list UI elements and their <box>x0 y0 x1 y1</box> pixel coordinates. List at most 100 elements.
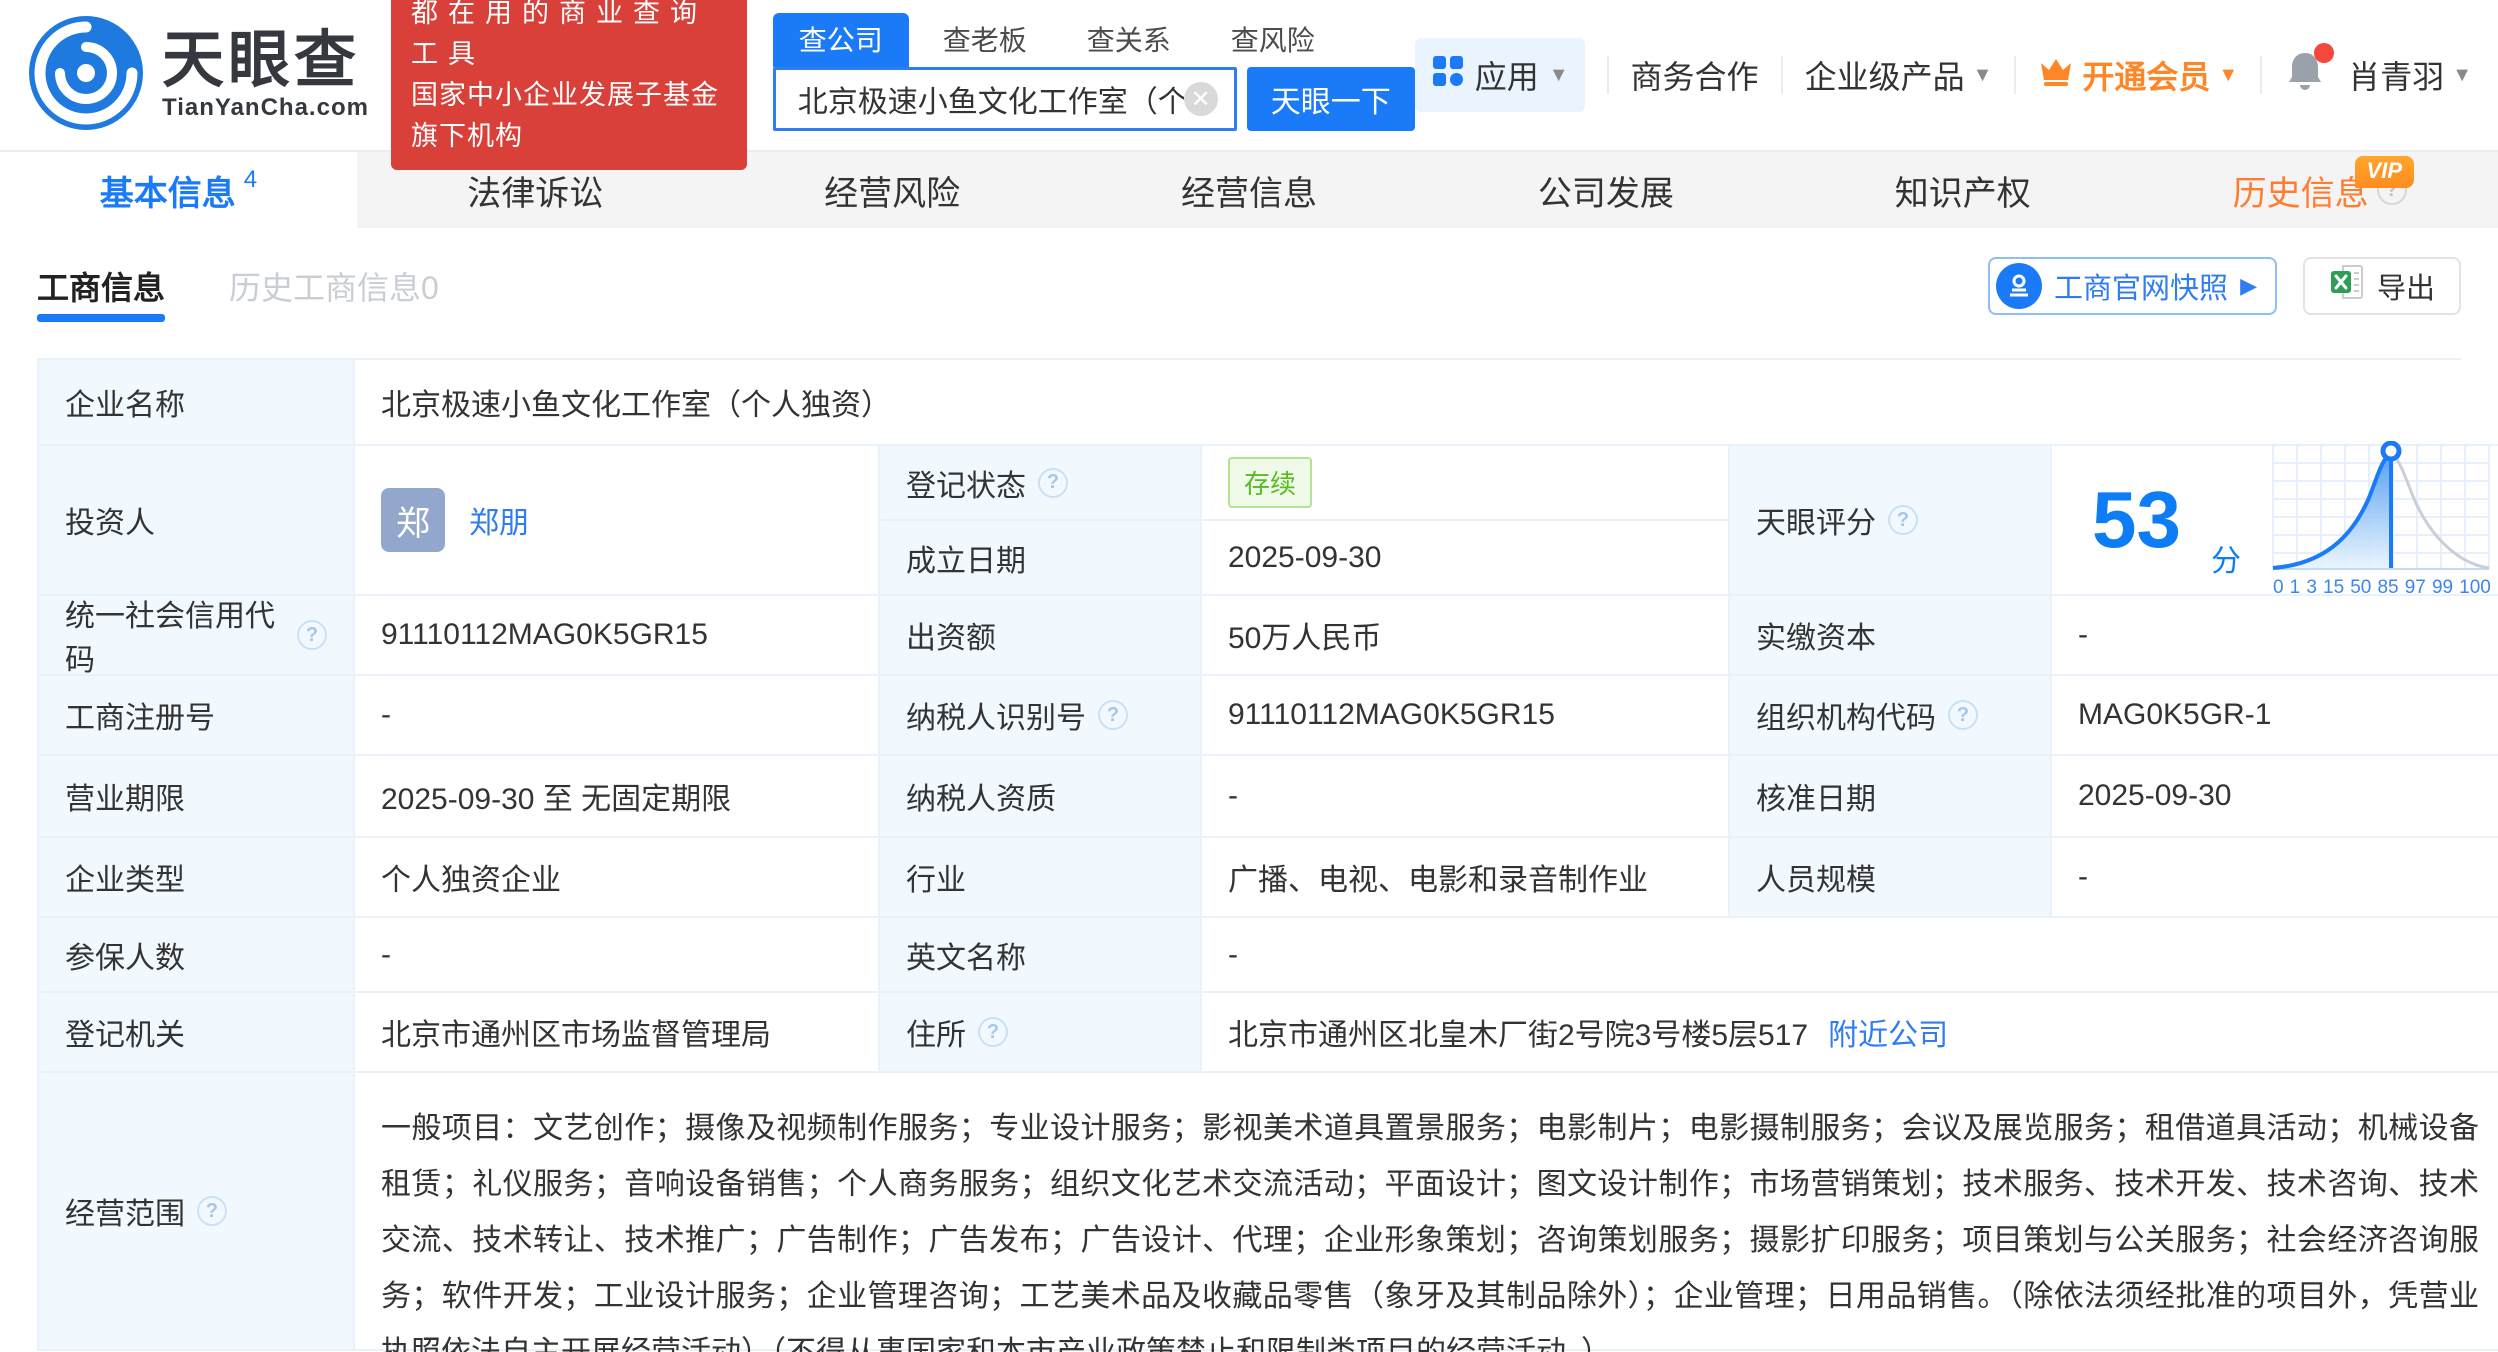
field-est-date-value: 2025-09-30 <box>1202 521 1730 596</box>
field-term-value: 2025-09-30 至 无固定期限 <box>355 756 880 838</box>
arrow-right-icon: ▶ <box>2240 273 2257 299</box>
field-paid-capital-value: - <box>2052 596 2498 676</box>
field-credit-code-value: 91110112MAG0K5GR15 <box>355 596 880 676</box>
field-insured-label: 参保人数 <box>39 918 355 993</box>
chevron-down-icon: ▼ <box>1549 64 1569 87</box>
export-button[interactable]: 导出 <box>2303 257 2461 315</box>
tab-operation-risk[interactable]: 经营风险 <box>714 152 1071 228</box>
investor-name-link[interactable]: 郑朋 <box>469 498 529 542</box>
help-icon[interactable]: ? <box>978 1017 1008 1047</box>
help-icon[interactable]: ? <box>1948 700 1978 730</box>
subtab-history-business-info[interactable]: 历史工商信息0 <box>229 228 439 344</box>
search-input[interactable] <box>798 82 1184 116</box>
field-capital-label: 出资额 <box>880 596 1202 676</box>
investor-avatar[interactable]: 郑 <box>381 488 445 552</box>
divider <box>2014 56 2016 94</box>
field-taxpayer-quality-value: - <box>1202 756 1730 838</box>
stamp-icon <box>1996 263 2042 309</box>
user-menu[interactable]: 肖青羽 ▼ <box>2348 52 2472 98</box>
field-industry-value: 广播、电视、电影和录音制作业 <box>1202 838 1730 918</box>
apps-grid-icon <box>1431 54 1465 96</box>
field-term-label: 营业期限 <box>39 756 355 838</box>
help-icon[interactable]: ? <box>1038 468 1068 498</box>
nav-open-vip[interactable]: 开通会员 ▼ <box>2038 52 2238 98</box>
field-staff-size-label: 人员规模 <box>1730 838 2052 918</box>
field-reg-number-value: - <box>355 676 880 756</box>
apps-menu[interactable]: 应用 ▼ <box>1415 38 1585 112</box>
chevron-down-icon: ▼ <box>2452 64 2472 87</box>
score-chart: 01 315 5085 9799 100 <box>2271 441 2493 599</box>
score-unit: 分 <box>2211 536 2241 580</box>
header-nav: 应用 ▼ 商务合作 企业级产品 ▼ 开通会员 ▼ <box>1415 38 2472 112</box>
field-authority-value: 北京市通州区市场监督管理局 <box>355 993 880 1073</box>
field-est-date-label: 成立日期 <box>880 521 1202 596</box>
field-credit-code-label: 统一社会信用代码? <box>39 596 355 676</box>
apps-label: 应用 <box>1475 52 1539 98</box>
field-english-name-value: - <box>1202 918 2498 993</box>
logo-swirl-icon <box>26 13 146 138</box>
search-tabs: 查公司 查老板 查关系 查风险 <box>773 19 1415 67</box>
field-company-name-label: 企业名称 <box>39 360 355 446</box>
field-english-name-label: 英文名称 <box>880 918 1202 993</box>
field-approval-date-value: 2025-09-30 <box>2052 756 2498 838</box>
brand-slogan-banner: 都在用的商业查询工具 国家中小企业发展子基金旗下机构 <box>391 0 747 170</box>
field-taxpayer-quality-label: 纳税人资质 <box>880 756 1202 838</box>
chevron-down-icon: ▼ <box>2218 64 2238 87</box>
header: 天眼查 TianYanCha.com 都在用的商业查询工具 国家中小企业发展子基… <box>0 0 2498 150</box>
field-reg-number-label: 工商注册号 <box>39 676 355 756</box>
help-icon[interactable]: ? <box>1098 700 1128 730</box>
tianyancha-company-page: 天眼查 TianYanCha.com 都在用的商业查询工具 国家中小企业发展子基… <box>0 0 2498 1352</box>
divider <box>1781 56 1783 94</box>
field-industry-label: 行业 <box>880 838 1202 918</box>
tab-legal-litigation[interactable]: 法律诉讼 <box>357 152 714 228</box>
notification-dot <box>2314 43 2334 63</box>
vip-badge: VIP <box>2355 156 2414 188</box>
search-box: ✕ <box>773 67 1237 131</box>
subsection-bar: 工商信息 历史工商信息0 工商官网快照 ▶ <box>0 228 2498 344</box>
nav-business-cooperation[interactable]: 商务合作 <box>1631 52 1759 98</box>
field-investor-label: 投资人 <box>39 446 355 596</box>
score-number: 53 <box>2092 480 2181 560</box>
search-tab-risk[interactable]: 查风险 <box>1205 13 1341 67</box>
chevron-down-icon: ▼ <box>1973 64 1993 87</box>
search-tab-relation[interactable]: 查关系 <box>1061 13 1197 67</box>
subtab-business-info[interactable]: 工商信息 <box>37 228 165 344</box>
slogan-line1: 都在用的商业查询工具 <box>411 0 727 75</box>
official-snapshot-button[interactable]: 工商官网快照 ▶ <box>1988 257 2277 315</box>
field-org-code-label: 组织机构代码? <box>1730 676 2052 756</box>
brand-domain: TianYanCha.com <box>162 94 369 122</box>
field-address-value: 北京市通州区北皇木厂街2号院3号楼5层517 附近公司 <box>1202 993 2498 1073</box>
field-company-name-value: 北京极速小鱼文化工作室（个人独资） <box>355 360 2498 446</box>
search-area: 查公司 查老板 查关系 查风险 ✕ 天眼一下 <box>773 19 1415 131</box>
help-icon[interactable]: ? <box>197 1196 227 1226</box>
tab-count-badge: 4 <box>244 166 257 194</box>
field-scope-label: 经营范围? <box>39 1073 355 1351</box>
field-approval-date-label: 核准日期 <box>1730 756 2052 838</box>
brand-name: 天眼查 <box>162 28 360 94</box>
search-tab-boss[interactable]: 查老板 <box>917 13 1053 67</box>
divider <box>2260 56 2262 94</box>
brand-logo[interactable]: 天眼查 TianYanCha.com <box>26 13 369 138</box>
tab-history-info[interactable]: 历史信息 ? VIP <box>2141 152 2498 228</box>
tab-intellectual-property[interactable]: 知识产权 <box>1784 152 2141 228</box>
excel-icon <box>2329 263 2365 309</box>
status-badge: 存续 <box>1228 457 1312 508</box>
tab-company-development[interactable]: 公司发展 <box>1427 152 1784 228</box>
field-score-label: 天眼评分? <box>1730 446 2052 596</box>
tab-basic-info[interactable]: 基本信息 4 <box>0 152 357 228</box>
field-paid-capital-label: 实缴资本 <box>1730 596 2052 676</box>
user-name: 肖青羽 <box>2348 52 2444 98</box>
divider <box>1607 56 1609 94</box>
tab-operation-info[interactable]: 经营信息 <box>1071 152 1428 228</box>
clear-search-icon[interactable]: ✕ <box>1184 82 1218 116</box>
help-icon[interactable]: ? <box>297 620 327 650</box>
help-icon[interactable]: ? <box>1888 505 1918 535</box>
field-address-label: 住所? <box>880 993 1202 1073</box>
field-taxpayer-id-value: 91110112MAG0K5GR15 <box>1202 676 1730 756</box>
field-taxpayer-id-label: 纳税人识别号? <box>880 676 1202 756</box>
notification-bell-icon[interactable] <box>2284 49 2326 101</box>
nearby-companies-link[interactable]: 附近公司 <box>1828 1010 1948 1054</box>
nav-enterprise-products[interactable]: 企业级产品 ▼ <box>1805 52 1993 98</box>
search-submit-button[interactable]: 天眼一下 <box>1247 67 1415 131</box>
search-tab-company[interactable]: 查公司 <box>773 13 909 67</box>
